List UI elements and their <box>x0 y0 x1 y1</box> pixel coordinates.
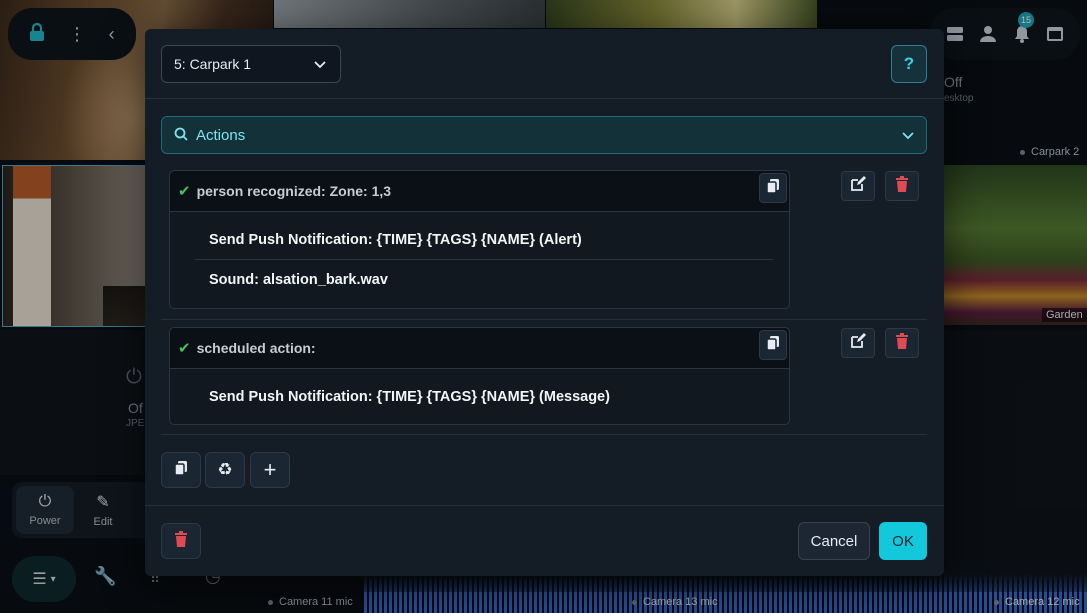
rule-trigger-header[interactable]: ✔ scheduled action: <box>170 328 789 369</box>
add-rule-button[interactable]: + <box>250 452 290 488</box>
edit-icon <box>850 175 866 197</box>
camera-select-value: 5: Carpark 1 <box>174 56 252 72</box>
ok-button[interactable]: OK <box>879 522 927 560</box>
action-item[interactable]: Send Push Notification: {TIME} {TAGS} {N… <box>195 377 773 417</box>
rule-card: ✔ scheduled action: Send Push Notificati… <box>169 327 790 425</box>
trash-icon <box>895 332 909 354</box>
action-item[interactable]: Send Push Notification: {TIME} {TAGS} {N… <box>195 220 773 260</box>
edit-icon <box>850 332 866 354</box>
delete-rule-button[interactable] <box>885 171 919 201</box>
copy-rule-button[interactable] <box>759 330 787 360</box>
trash-icon <box>174 530 188 552</box>
action-item[interactable]: Sound: alsation_bark.wav <box>195 260 773 300</box>
camera-select[interactable]: 5: Carpark 1 <box>161 45 341 83</box>
modal-footer-divider <box>145 505 944 506</box>
delete-all-button[interactable] <box>161 523 201 559</box>
copy-icon <box>766 178 780 199</box>
rule-trigger-label: scheduled action: <box>196 340 316 356</box>
cancel-button[interactable]: Cancel <box>798 522 870 560</box>
rule-trigger-label: person recognized: Zone: 1,3 <box>196 183 392 199</box>
trash-icon <box>895 175 909 197</box>
copy-rule-button[interactable] <box>759 173 787 203</box>
help-button[interactable]: ? <box>891 45 927 83</box>
copy-icon <box>174 460 188 481</box>
actions-modal: 5: Carpark 1 ? Actions ✔ person recogniz… <box>145 29 944 576</box>
rule-card: ✔ person recognized: Zone: 1,3 Send Push… <box>169 170 790 309</box>
delete-rule-button[interactable] <box>885 328 919 358</box>
check-icon: ✔ <box>178 340 191 357</box>
copy-all-button[interactable] <box>161 452 201 488</box>
copy-icon <box>766 335 780 356</box>
recycle-button[interactable]: ♻ <box>205 452 245 488</box>
rule-row-2: ✔ scheduled action: Send Push Notificati… <box>161 320 927 435</box>
actions-dropdown-label: Actions <box>196 126 246 144</box>
edit-rule-button[interactable] <box>841 171 875 201</box>
recycle-icon: ♻ <box>217 460 233 479</box>
check-icon: ✔ <box>178 183 191 200</box>
edit-rule-button[interactable] <box>841 328 875 358</box>
rule-trigger-header[interactable]: ✔ person recognized: Zone: 1,3 <box>170 171 789 212</box>
chevron-down-icon <box>902 128 914 143</box>
search-icon <box>174 127 188 144</box>
actions-dropdown[interactable]: Actions <box>161 116 927 154</box>
rule-row-1: ✔ person recognized: Zone: 1,3 Send Push… <box>161 163 927 320</box>
chevron-down-icon <box>314 56 326 72</box>
